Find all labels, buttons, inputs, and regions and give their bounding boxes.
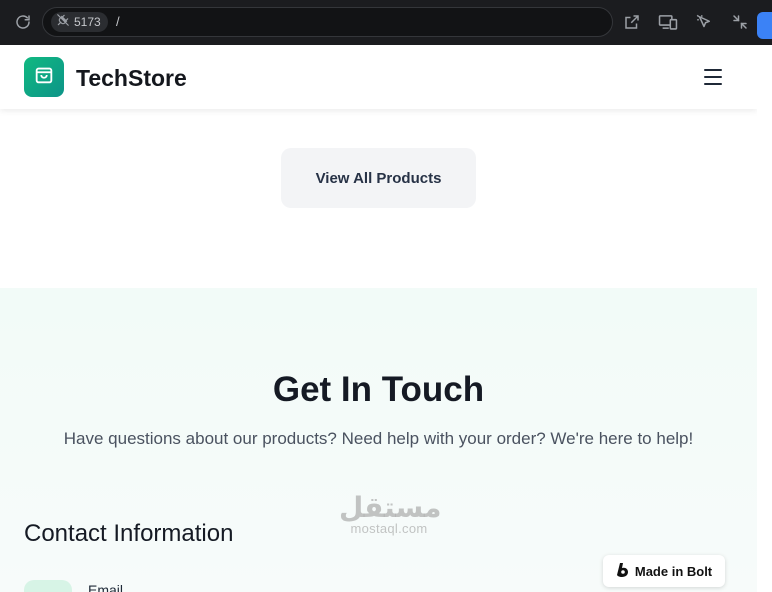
bolt-icon <box>616 562 630 581</box>
scrollbar[interactable] <box>757 45 772 592</box>
badge-label: Made in Bolt <box>634 563 713 579</box>
plug-icon <box>56 13 70 32</box>
address-bar[interactable]: 5173 / <box>42 7 613 37</box>
pointer-icon[interactable] <box>692 10 716 34</box>
url-path: / <box>116 14 120 29</box>
contact-section: Get In Touch Have questions about our pr… <box>0 288 757 592</box>
section-title: Get In Touch <box>272 370 485 409</box>
shopping-bag-icon <box>33 64 55 91</box>
contact-info-heading: Contact Information <box>24 520 234 547</box>
watermark-arabic: مستقل <box>339 491 442 524</box>
section-subtitle: Have questions about our products? Need … <box>63 429 694 448</box>
brand-name[interactable]: TechStore <box>76 65 187 92</box>
made-in-bolt-badge[interactable]: Made in Bolt <box>603 555 725 587</box>
port-badge[interactable]: 5173 <box>51 12 108 32</box>
browser-toolbar: 5173 / <box>0 0 772 45</box>
watermark-latin: mostaql.com <box>350 521 428 536</box>
side-panel-tab[interactable] <box>757 12 772 39</box>
devices-icon[interactable] <box>656 10 680 34</box>
navbar: TechStore <box>0 45 757 109</box>
email-icon <box>24 580 72 592</box>
reload-icon[interactable] <box>12 11 34 33</box>
menu-icon[interactable] <box>700 65 726 89</box>
watermark: مستقل mostaql.com <box>339 491 442 536</box>
port-number: 5173 <box>74 15 101 29</box>
external-link-icon[interactable] <box>620 10 644 34</box>
logo[interactable] <box>24 57 64 97</box>
email-label: Email <box>88 582 124 592</box>
minimize-icon[interactable] <box>728 10 752 34</box>
view-all-products-button[interactable]: View All Products <box>281 148 476 208</box>
